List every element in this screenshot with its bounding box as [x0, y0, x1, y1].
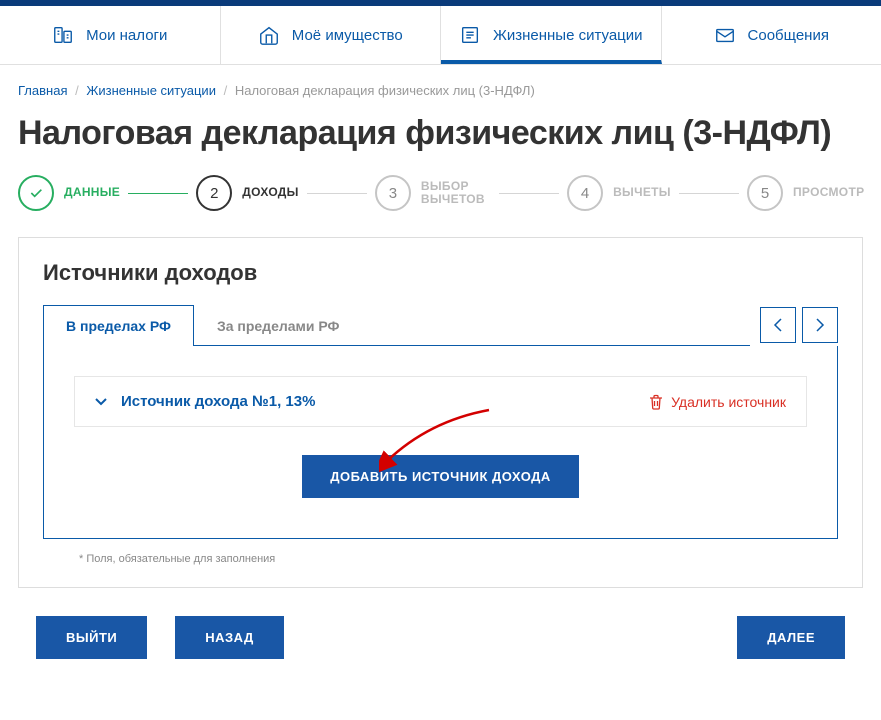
- panel-title: Источники доходов: [43, 260, 838, 286]
- step-1[interactable]: ДАННЫЕ: [18, 175, 120, 211]
- nav-label: Моё имущество: [292, 27, 403, 44]
- stepper: ДАННЫЕ 2 ДОХОДЫ 3 ВЫБОР ВЫЧЕТОВ 4 ВЫЧЕТЫ…: [0, 175, 881, 237]
- step-circle: 3: [375, 175, 411, 211]
- tab-inside-rf[interactable]: В пределах РФ: [43, 305, 194, 346]
- step-label: ДОХОДЫ: [242, 186, 298, 199]
- breadcrumb-home[interactable]: Главная: [18, 83, 67, 98]
- required-fields-note: * Поля, обязательные для заполнения: [61, 539, 820, 565]
- chevron-right-icon: [815, 317, 825, 333]
- property-icon: [258, 24, 280, 46]
- step-circle: 4: [567, 175, 603, 211]
- situations-icon: [459, 24, 481, 46]
- add-button-wrap: ДОБАВИТЬ ИСТОЧНИК ДОХОДА: [74, 455, 807, 498]
- breadcrumb-section[interactable]: Жизненные ситуации: [86, 83, 216, 98]
- pager: [760, 304, 838, 346]
- nav-item-property[interactable]: Моё имущество: [221, 6, 442, 64]
- step-circle: 2: [196, 175, 232, 211]
- next-button[interactable]: ДАЛЕЕ: [737, 616, 845, 659]
- breadcrumb: Главная / Жизненные ситуации / Налоговая…: [0, 65, 881, 108]
- breadcrumb-sep: /: [224, 83, 228, 98]
- step-label: ВЫЧЕТЫ: [613, 186, 671, 199]
- nav-label: Жизненные ситуации: [493, 27, 643, 44]
- back-button[interactable]: НАЗАД: [175, 616, 284, 659]
- step-circle: 5: [747, 175, 783, 211]
- chevron-down-icon: [95, 395, 107, 409]
- top-nav: Мои налоги Моё имущество Жизненные ситуа…: [0, 6, 881, 65]
- tab-content: Источник дохода №1, 13% Удалить источник…: [43, 346, 838, 539]
- step-label: ДАННЫЕ: [64, 186, 120, 199]
- page-title: Налоговая декларация физических лиц (3-Н…: [0, 108, 881, 175]
- tab-outside-rf[interactable]: За пределами РФ: [194, 305, 363, 346]
- step-label: ПРОСМОТР: [793, 186, 863, 199]
- step-3[interactable]: 3 ВЫБОР ВЫЧЕТОВ: [375, 175, 491, 211]
- delete-source-link[interactable]: Удалить источник: [649, 394, 786, 410]
- step-line: [679, 193, 739, 194]
- nav-label: Сообщения: [748, 27, 829, 44]
- step-line: [128, 193, 188, 194]
- income-source-row: Источник дохода №1, 13% Удалить источник: [74, 376, 807, 427]
- exit-button[interactable]: ВЫЙТИ: [36, 616, 147, 659]
- nav-label: Мои налоги: [86, 27, 167, 44]
- income-sources-panel: Источники доходов В пределах РФ За преде…: [18, 237, 863, 588]
- income-source-toggle[interactable]: Источник дохода №1, 13%: [95, 393, 315, 410]
- delete-source-label: Удалить источник: [671, 394, 786, 410]
- step-line: [499, 193, 559, 194]
- pager-prev[interactable]: [760, 307, 796, 343]
- bottom-bar: ВЫЙТИ НАЗАД ДАЛЕЕ: [0, 588, 881, 659]
- nav-item-situations[interactable]: Жизненные ситуации: [441, 6, 662, 64]
- taxes-icon: [52, 24, 74, 46]
- step-label: ВЫБОР ВЫЧЕТОВ: [421, 180, 491, 206]
- bottom-left-buttons: ВЫЙТИ НАЗАД: [36, 616, 284, 659]
- tabs-row: В пределах РФ За пределами РФ: [43, 304, 838, 346]
- add-income-source-button[interactable]: ДОБАВИТЬ ИСТОЧНИК ДОХОДА: [302, 455, 579, 498]
- breadcrumb-current: Налоговая декларация физических лиц (3-Н…: [235, 83, 535, 98]
- trash-icon: [649, 394, 663, 410]
- step-circle: [18, 175, 54, 211]
- tabs: В пределах РФ За пределами РФ: [43, 304, 750, 346]
- breadcrumb-sep: /: [75, 83, 79, 98]
- step-2[interactable]: 2 ДОХОДЫ: [196, 175, 298, 211]
- step-5[interactable]: 5 ПРОСМОТР: [747, 175, 863, 211]
- pager-next[interactable]: [802, 307, 838, 343]
- income-source-title: Источник дохода №1, 13%: [121, 393, 315, 410]
- step-line: [307, 193, 367, 194]
- nav-item-messages[interactable]: Сообщения: [662, 6, 881, 64]
- messages-icon: [714, 24, 736, 46]
- step-4[interactable]: 4 ВЫЧЕТЫ: [567, 175, 671, 211]
- nav-item-taxes[interactable]: Мои налоги: [0, 6, 221, 64]
- chevron-left-icon: [773, 317, 783, 333]
